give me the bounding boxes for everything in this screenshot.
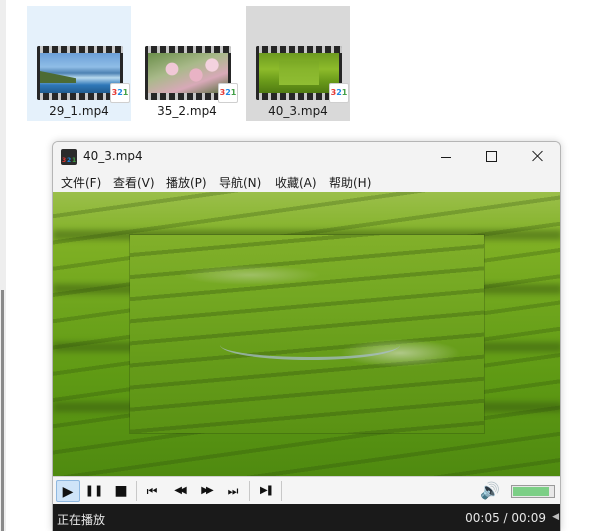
pause-button[interactable]: ❚❚ xyxy=(82,480,106,502)
file-name: 35_2.mp4 xyxy=(157,104,217,118)
mpc-app-icon: 3 2 1 xyxy=(61,149,77,165)
left-pane-edge xyxy=(0,0,6,531)
river-curve xyxy=(220,330,400,360)
volume-slider[interactable] xyxy=(511,485,555,498)
mpc-badge-icon: 321 xyxy=(218,83,238,103)
stop-button[interactable]: ■ xyxy=(109,480,133,502)
menu-navigate[interactable]: 导航(N) xyxy=(219,174,261,191)
volume-icon[interactable]: 🔊 xyxy=(478,480,502,502)
media-player-window: 3 2 1 40_3.mp4 文件(F) 查看(V) 播放(P) 导航(N) 收… xyxy=(52,141,561,531)
mpc-badge-icon: 321 xyxy=(110,83,130,103)
frame-step-button[interactable]: ▶❚ xyxy=(254,480,278,502)
close-button[interactable] xyxy=(514,142,560,172)
file-name: 40_3.mp4 xyxy=(268,104,328,118)
minimize-button[interactable] xyxy=(423,142,469,172)
fast-forward-button[interactable]: ▶▶ xyxy=(194,480,218,502)
file-tile-29-1[interactable]: 321 29_1.mp4 xyxy=(27,6,131,121)
menu-help[interactable]: 帮助(H) xyxy=(329,174,371,191)
menu-favorites[interactable]: 收藏(A) xyxy=(275,174,317,191)
left-scrollbar[interactable] xyxy=(1,290,4,531)
video-display[interactable] xyxy=(53,192,560,476)
corner-arrow-icon: ◀ xyxy=(552,512,559,522)
maximize-button[interactable] xyxy=(468,142,514,172)
video-frame-overlay xyxy=(130,235,484,433)
volume-level-fill xyxy=(513,487,549,496)
mpc-badge-icon: 321 xyxy=(329,83,349,103)
time-display: 00:05 / 00:09 xyxy=(465,511,546,525)
rewind-button[interactable]: ◀◀ xyxy=(167,480,191,502)
title-bar[interactable]: 3 2 1 40_3.mp4 xyxy=(53,142,560,172)
file-tile-40-3[interactable]: 321 40_3.mp4 xyxy=(246,6,350,121)
previous-button[interactable]: ⏮ xyxy=(140,480,164,502)
playback-toolbar: ▶ ❚❚ ■ ⏮ ◀◀ ▶▶ ⏭ ▶❚ 🔊 xyxy=(53,476,560,504)
file-name: 29_1.mp4 xyxy=(49,104,109,118)
menu-bar: 文件(F) 查看(V) 播放(P) 导航(N) 收藏(A) 帮助(H) xyxy=(53,172,560,192)
playback-status: 正在播放 xyxy=(57,513,106,527)
menu-file[interactable]: 文件(F) xyxy=(61,174,101,191)
file-tile-35-2[interactable]: 321 35_2.mp4 xyxy=(135,6,239,121)
play-button[interactable]: ▶ xyxy=(56,480,80,502)
menu-play[interactable]: 播放(P) xyxy=(166,174,207,191)
status-bar: 正在播放 00:05 / 00:09 ◀ xyxy=(53,504,560,531)
menu-view[interactable]: 查看(V) xyxy=(113,174,155,191)
window-title: 40_3.mp4 xyxy=(83,149,143,163)
next-button[interactable]: ⏭ xyxy=(221,480,245,502)
